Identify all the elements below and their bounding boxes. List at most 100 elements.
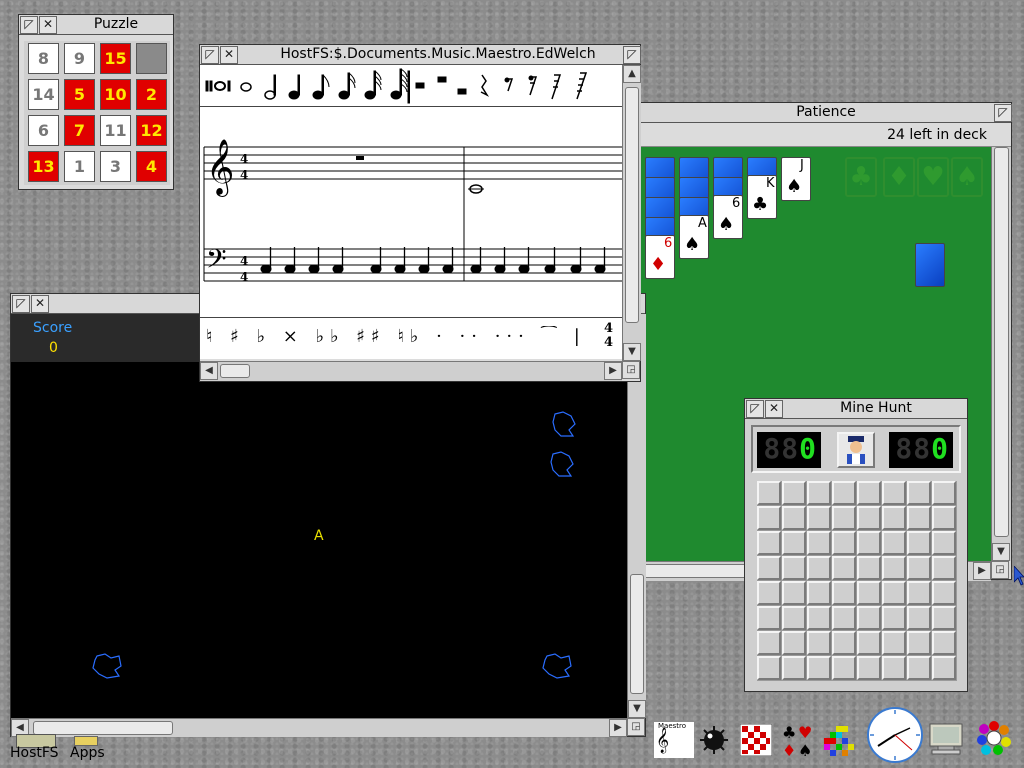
mine-cell[interactable] bbox=[932, 606, 956, 630]
patience-vertical-scroll-thumb[interactable] bbox=[994, 147, 1009, 537]
mine-cell[interactable] bbox=[832, 581, 856, 605]
puzzle-close-button[interactable]: ✕ bbox=[39, 16, 57, 34]
mine-cell[interactable] bbox=[882, 606, 906, 630]
mine-cell[interactable] bbox=[832, 481, 856, 505]
mine-cell[interactable] bbox=[782, 581, 806, 605]
mine-cell[interactable] bbox=[807, 631, 831, 655]
mine-cell[interactable] bbox=[832, 606, 856, 630]
maestro-back-button[interactable]: ◸ bbox=[201, 46, 219, 64]
patience-resize-button[interactable]: ◲ bbox=[991, 561, 1009, 579]
mine-cell[interactable] bbox=[757, 606, 781, 630]
mine-cell[interactable] bbox=[782, 531, 806, 555]
mine-cell[interactable] bbox=[807, 606, 831, 630]
maestro-close-button[interactable]: ✕ bbox=[220, 46, 238, 64]
tableau-card[interactable]: A ♠ bbox=[679, 215, 709, 259]
mine-cell[interactable] bbox=[807, 481, 831, 505]
mine-cell[interactable] bbox=[907, 581, 931, 605]
maestro-horizontal-scroll-thumb[interactable] bbox=[220, 364, 250, 378]
mine-cell[interactable] bbox=[807, 556, 831, 580]
clock-icon[interactable] bbox=[866, 706, 924, 764]
mine-cell[interactable] bbox=[907, 506, 931, 530]
mine-cell[interactable] bbox=[832, 631, 856, 655]
asteroids-vertical-scroll-thumb[interactable] bbox=[630, 574, 644, 694]
mine-cell[interactable] bbox=[907, 606, 931, 630]
minehunt-back-button[interactable]: ◸ bbox=[746, 400, 764, 418]
mine-cell[interactable] bbox=[907, 531, 931, 555]
asteroids-resize-button[interactable]: ◲ bbox=[627, 718, 645, 736]
mine-cell[interactable] bbox=[782, 656, 806, 680]
patience-toggle-size-button[interactable]: ◸ bbox=[994, 104, 1012, 122]
patience-scroll-right-button[interactable]: ▶ bbox=[973, 562, 991, 580]
asteroids-back-button[interactable]: ◸ bbox=[12, 295, 30, 313]
puzzle-tile[interactable]: 14 bbox=[28, 79, 59, 110]
mine-cell[interactable] bbox=[882, 506, 906, 530]
mine-cell[interactable] bbox=[782, 631, 806, 655]
mine-cell[interactable] bbox=[932, 531, 956, 555]
apps-label[interactable]: Apps bbox=[70, 745, 105, 761]
tableau-card[interactable]: 6 ♠ bbox=[713, 195, 743, 239]
accidentals-palette[interactable]: ♮ ♯ ♭ × ♭♭ ♯♯ ♮♭ · ·· ··· ⁀ | 𝄞 𝄢 44 bbox=[200, 317, 622, 359]
mine-cell[interactable] bbox=[882, 656, 906, 680]
maestro-titlebar[interactable]: HostFS:$.Documents.Music.Maestro.EdWelch bbox=[200, 45, 640, 65]
patience-titlebar[interactable]: Patience bbox=[641, 103, 1011, 123]
maestro-scroll-up-button[interactable]: ▲ bbox=[623, 65, 641, 83]
minefield[interactable] bbox=[757, 481, 957, 681]
mine-cell[interactable] bbox=[782, 556, 806, 580]
mine-cell[interactable] bbox=[857, 656, 881, 680]
puzzle-tile[interactable]: 3 bbox=[100, 151, 131, 182]
mine-cell[interactable] bbox=[757, 506, 781, 530]
mine-bomb-icon[interactable] bbox=[698, 724, 730, 756]
mine-cell[interactable] bbox=[882, 581, 906, 605]
puzzle-tile[interactable]: 2 bbox=[136, 79, 167, 110]
mine-cell[interactable] bbox=[807, 656, 831, 680]
tableau-card[interactable]: K ♣ bbox=[747, 175, 777, 219]
tableau-card[interactable]: 6 ♦ bbox=[645, 235, 675, 279]
mine-cell[interactable] bbox=[932, 481, 956, 505]
display-monitor-icon[interactable] bbox=[928, 722, 964, 756]
mine-cell[interactable] bbox=[857, 606, 881, 630]
mine-cell[interactable] bbox=[832, 531, 856, 555]
mine-cell[interactable] bbox=[757, 631, 781, 655]
foundation-heart-slot[interactable]: ♥ bbox=[917, 157, 949, 197]
mine-cell[interactable] bbox=[757, 556, 781, 580]
minehunt-close-button[interactable]: ✕ bbox=[765, 400, 783, 418]
mine-cell[interactable] bbox=[857, 631, 881, 655]
tetris-blocks-icon[interactable] bbox=[822, 724, 856, 758]
mine-cell[interactable] bbox=[857, 531, 881, 555]
mine-cell[interactable] bbox=[932, 631, 956, 655]
mine-cell[interactable] bbox=[857, 481, 881, 505]
mine-cell[interactable] bbox=[757, 481, 781, 505]
smiley-reset-button[interactable] bbox=[837, 432, 875, 468]
maestro-scroll-right-button[interactable]: ▶ bbox=[604, 362, 622, 380]
mine-cell[interactable] bbox=[782, 481, 806, 505]
mine-cell[interactable] bbox=[757, 656, 781, 680]
mine-cell[interactable] bbox=[832, 556, 856, 580]
maestro-horizontal-scrollbar[interactable]: ◀ ▶ bbox=[200, 361, 622, 381]
patience-app-icon[interactable]: ♣ ♥ ♦ ♠ bbox=[780, 722, 816, 758]
mine-cell[interactable] bbox=[807, 531, 831, 555]
mine-cell[interactable] bbox=[907, 656, 931, 680]
puzzle-tile[interactable]: 9 bbox=[64, 43, 95, 74]
puzzle-tile[interactable]: 7 bbox=[64, 115, 95, 146]
mine-cell[interactable] bbox=[782, 506, 806, 530]
maestro-vertical-scroll-thumb[interactable] bbox=[625, 87, 639, 323]
puzzle-tile[interactable]: 5 bbox=[64, 79, 95, 110]
mine-cell[interactable] bbox=[857, 581, 881, 605]
maestro-scroll-left-button[interactable]: ◀ bbox=[200, 362, 218, 380]
mine-cell[interactable] bbox=[782, 606, 806, 630]
asteroids-horizontal-scroll-thumb[interactable] bbox=[33, 721, 173, 735]
puzzle-tile[interactable]: 6 bbox=[28, 115, 59, 146]
mine-cell[interactable] bbox=[932, 656, 956, 680]
foundation-diamond-slot[interactable]: ♦ bbox=[883, 157, 915, 197]
mine-cell[interactable] bbox=[832, 506, 856, 530]
mine-cell[interactable] bbox=[907, 481, 931, 505]
asteroids-scroll-right-button[interactable]: ▶ bbox=[609, 719, 627, 737]
mine-cell[interactable] bbox=[932, 581, 956, 605]
puzzle-empty-slot[interactable] bbox=[136, 43, 167, 74]
puzzle-tile[interactable]: 11 bbox=[100, 115, 131, 146]
foundation-spade-slot[interactable]: ♠ bbox=[951, 157, 983, 197]
note-palette[interactable] bbox=[200, 65, 622, 107]
maestro-resize-button[interactable]: ◲ bbox=[622, 361, 640, 379]
mine-cell[interactable] bbox=[857, 556, 881, 580]
mine-cell[interactable] bbox=[757, 531, 781, 555]
